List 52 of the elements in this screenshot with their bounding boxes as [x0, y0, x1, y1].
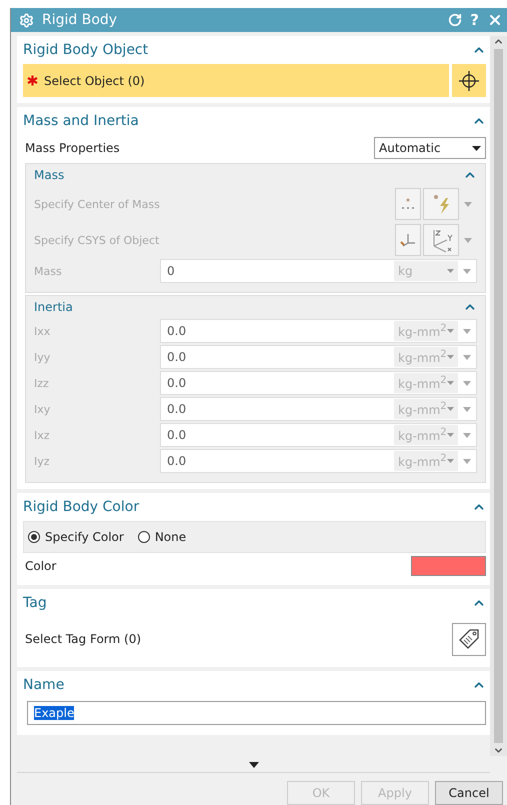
dialog-button[interactable]: Cancel: [435, 781, 503, 805]
csys-type-button[interactable]: [423, 224, 459, 256]
select-object-row[interactable]: Select Object (0): [23, 64, 449, 97]
field-label: Mass: [34, 264, 63, 278]
select-object-button[interactable]: [452, 64, 486, 97]
field-label: Ixx: [34, 324, 52, 338]
field-label: Specify CSYS of Object: [34, 234, 160, 246]
section-title: Tag: [23, 595, 47, 611]
radio-icon[interactable]: [138, 531, 150, 543]
color-radio-option[interactable]: None: [138, 530, 186, 544]
crosshair-icon: [458, 70, 480, 92]
field-label: Iyz: [34, 454, 51, 468]
tag-icon: [457, 627, 481, 651]
field-label: Ixy: [34, 402, 52, 416]
select-object-label: Select Object (0): [44, 74, 145, 88]
axes-icon: [399, 232, 417, 248]
field-label: Color: [25, 559, 56, 573]
dropdown-arrow-icon: [447, 355, 454, 359]
close-button[interactable]: [487, 12, 503, 28]
color-swatch[interactable]: [411, 556, 486, 576]
dropdown-arrow-icon: [447, 269, 454, 273]
field-label: Iyy: [34, 350, 52, 364]
dropdown-arrow-icon: [447, 407, 454, 411]
group-title: Inertia: [34, 300, 73, 314]
field-label: Izz: [34, 376, 50, 390]
scrollbar-thumb[interactable]: [494, 49, 503, 743]
dropdown-arrow-icon: [472, 146, 481, 150]
radio-icon[interactable]: [28, 531, 40, 543]
color-radio-option[interactable]: Specify Color: [28, 530, 124, 544]
section-title: Mass and Inertia: [23, 113, 139, 129]
tag-button[interactable]: [452, 622, 486, 656]
name-field[interactable]: Exaple: [27, 701, 486, 725]
settings-icon: [19, 12, 34, 28]
field-label: Specify Center of Mass: [34, 198, 160, 210]
dropdown-arrow-icon: [447, 329, 454, 333]
dropdown-arrow-icon: [447, 459, 454, 463]
csys-dialog-button[interactable]: [395, 224, 421, 256]
field-label: Select Tag Form (0): [25, 632, 142, 646]
more-options-caret-icon[interactable]: [248, 762, 258, 768]
mass-properties-dropdown[interactable]: Automatic: [374, 137, 486, 159]
dropdown-arrow-icon: [447, 433, 454, 437]
field-label: Ixz: [34, 428, 51, 442]
group-title: Mass: [34, 168, 64, 182]
field-label: Mass Properties: [25, 141, 120, 155]
section-title: Name: [23, 677, 64, 693]
section-title: Rigid Body Object: [23, 42, 148, 58]
dropdown-arrow-icon: [447, 381, 454, 385]
window-title: Rigid Body: [42, 12, 118, 28]
inferred-point-button[interactable]: [423, 188, 459, 220]
reset-button[interactable]: [448, 13, 462, 27]
scrollbar[interactable]: [490, 36, 507, 756]
section-title: Rigid Body Color: [23, 499, 140, 515]
